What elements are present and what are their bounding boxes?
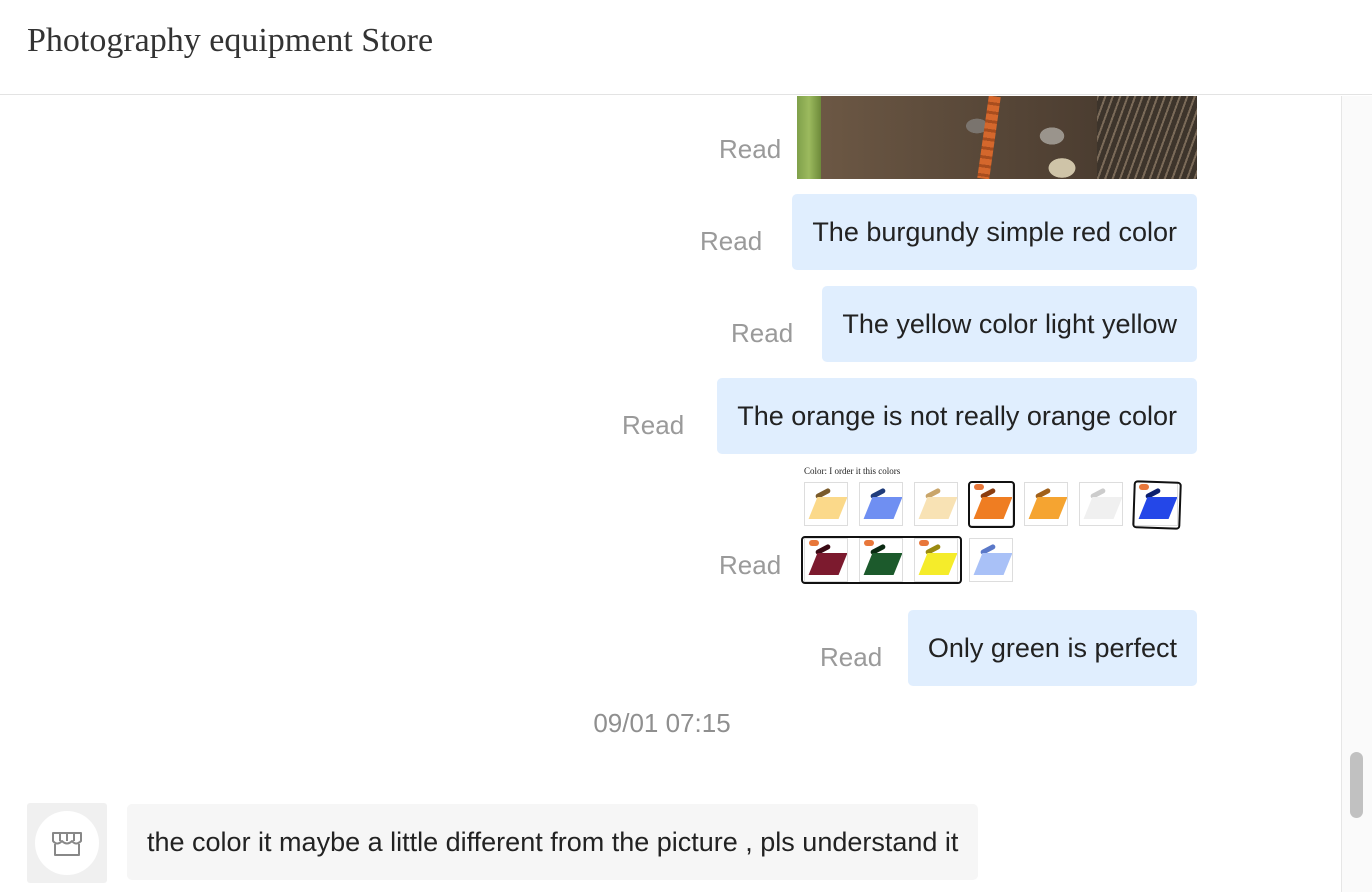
read-status: Read	[622, 410, 685, 440]
swatch-caption: Color: I order it this colors	[804, 466, 901, 476]
color-swatch-image[interactable]: Color: I order it this colors	[797, 466, 1197, 592]
read-status: Read	[719, 550, 782, 580]
swatch-clear	[1079, 482, 1123, 526]
message-bubble: Only green is perfect	[907, 610, 1197, 686]
swatch-light-yellow	[804, 482, 848, 526]
chat-header: Photography equipment Store	[0, 0, 1372, 95]
message-bubble: The yellow color light yellow	[822, 286, 1197, 362]
message-image[interactable]	[797, 96, 1197, 179]
read-status: Read	[700, 226, 763, 256]
incoming-message-bubble: the color it maybe a little different fr…	[127, 804, 979, 880]
swatch-blue	[859, 482, 903, 526]
read-status: Read	[820, 642, 883, 672]
swatch-pale-yellow	[914, 482, 958, 526]
image-detail	[1097, 96, 1197, 179]
scrollbar-thumb[interactable]	[1350, 752, 1363, 818]
swatch-light-blue	[969, 538, 1013, 582]
selection-mark	[968, 481, 1015, 528]
chat-scrollbar[interactable]	[1341, 96, 1372, 892]
store-avatar[interactable]	[27, 803, 107, 883]
selection-mark	[801, 536, 962, 584]
message-bubble: The orange is not really orange color	[717, 378, 1197, 454]
swatch-amber	[1024, 482, 1068, 526]
store-icon	[52, 832, 82, 856]
read-status: Read	[719, 134, 782, 164]
selection-mark	[1132, 480, 1182, 530]
message-timestamp: 09/01 07:15	[593, 708, 731, 738]
message-list[interactable]: Read Read The burgundy simple red color …	[0, 96, 1341, 892]
image-detail	[977, 96, 1001, 179]
message-bubble: The burgundy simple red color	[792, 194, 1197, 270]
store-title: Photography equipment Store	[27, 22, 434, 59]
image-detail	[797, 96, 821, 179]
read-status: Read	[731, 318, 794, 348]
